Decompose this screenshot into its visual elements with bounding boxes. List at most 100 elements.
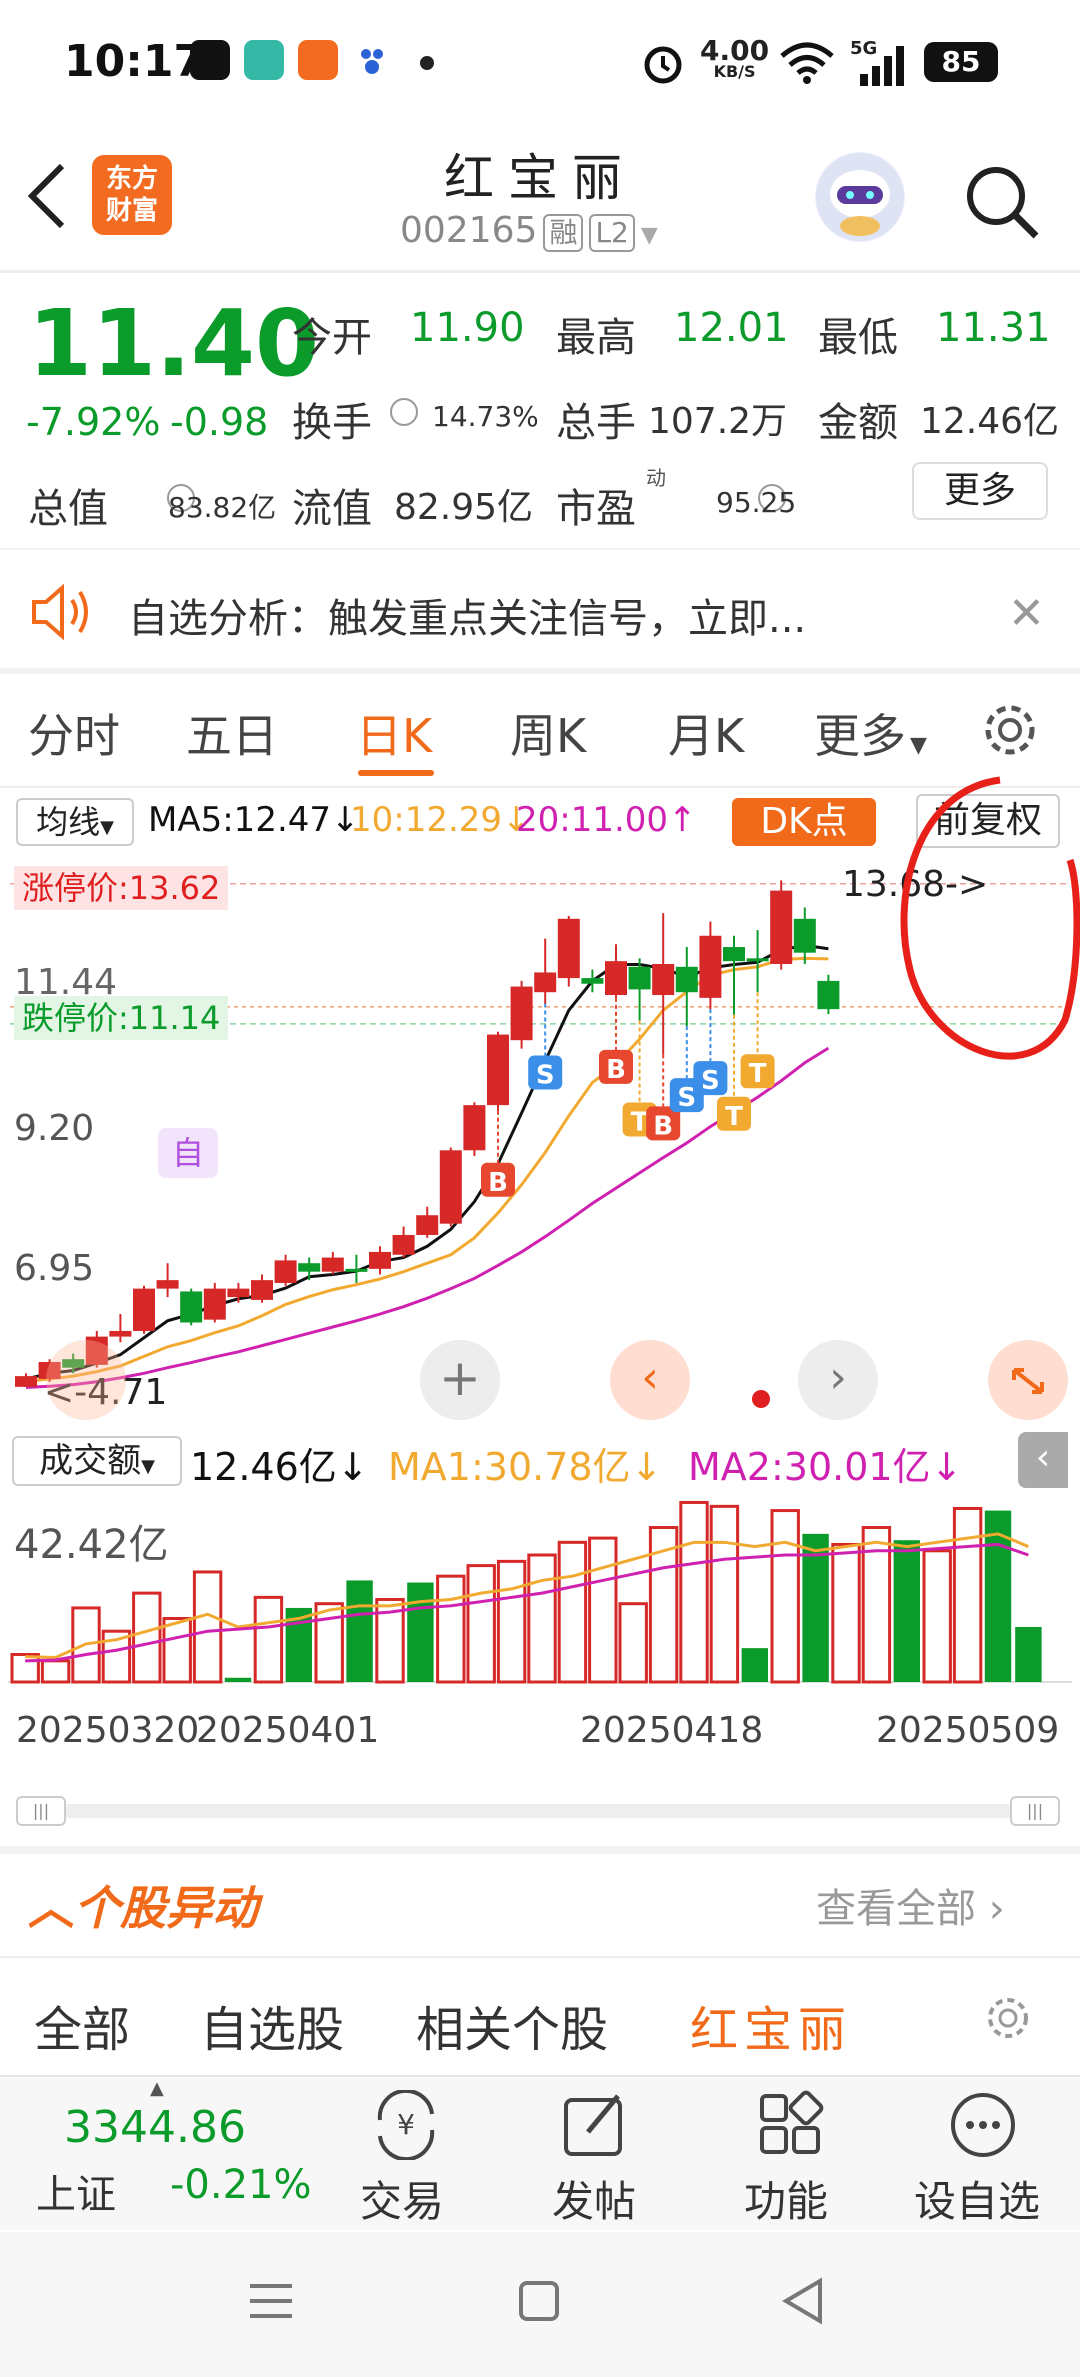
tab-more[interactable]: 更多 ▼ <box>814 700 927 766</box>
range-slider-right-handle[interactable]: ||| <box>1010 1796 1060 1826</box>
tab-five-day[interactable]: 五日 <box>186 700 278 766</box>
x-axis-label: 20250509 <box>876 1710 1060 1751</box>
volume-bar <box>132 1591 162 1684</box>
x-axis-label: 20250401 <box>196 1710 380 1751</box>
chevron-down-icon: ▼ <box>100 817 114 838</box>
more-dots-icon[interactable] <box>948 2090 1018 2160</box>
post-label[interactable]: 发帖 <box>552 2168 636 2229</box>
news-tab-related[interactable]: 相关个股 <box>416 1990 608 2060</box>
candle-body <box>274 1260 297 1283</box>
view-all-link[interactable]: 查看全部 › <box>816 1876 1005 1934</box>
active-tab-indicator <box>358 770 434 776</box>
volume-bar <box>588 1536 618 1684</box>
add-watch-label[interactable]: 设自选 <box>914 2168 1040 2229</box>
candle-body <box>156 1280 179 1289</box>
tab-daily-k[interactable]: 日K <box>356 700 432 766</box>
chevron-right-icon[interactable]: › <box>798 1340 878 1420</box>
volume-bar <box>253 1595 284 1684</box>
candle-body <box>369 1251 391 1269</box>
stock-code: 002165 <box>400 210 538 251</box>
chevron-down-icon: ▼ <box>141 1456 155 1477</box>
float-cap-label: 流值 <box>292 486 372 532</box>
current-price: 11.40 <box>28 290 320 397</box>
x-axis-label: 20250320 <box>16 1710 200 1751</box>
volume-bar <box>466 1564 496 1684</box>
turnover-value: 14.73% <box>432 400 539 433</box>
battery-icon: 85 <box>924 42 998 82</box>
home-icon[interactable] <box>516 2278 562 2324</box>
vol-ma1: MA1:30.78亿↓ <box>388 1445 663 1489</box>
ma20-value: 20:11.00↑ <box>516 800 697 840</box>
chevron-down-icon: ▼ <box>640 223 658 248</box>
function-grid-icon[interactable] <box>756 2090 826 2160</box>
amount-value: 12.46亿 <box>920 401 1060 442</box>
candle-body <box>133 1288 155 1331</box>
volume-bar <box>557 1540 588 1684</box>
search-icon[interactable] <box>960 160 1044 244</box>
candle-body <box>321 1257 344 1272</box>
volume-bar <box>770 1509 800 1684</box>
ma-select[interactable]: 均线▼ <box>16 798 134 846</box>
fullscreen-icon[interactable] <box>988 1340 1068 1420</box>
news-tab-all[interactable]: 全部 <box>34 1990 130 2060</box>
signal-marker-label: T <box>749 1059 767 1089</box>
eye-icon[interactable] <box>390 398 418 426</box>
volume-bar <box>407 1582 434 1682</box>
tab-weekly-k[interactable]: 周K <box>510 700 586 766</box>
candle-body <box>605 961 627 996</box>
candle-body <box>581 978 604 984</box>
volume-bar <box>618 1602 648 1684</box>
menu-icon[interactable] <box>246 2276 296 2326</box>
dk-button[interactable]: DK点 <box>732 798 876 846</box>
chevron-left-icon[interactable]: ‹ <box>1018 1432 1068 1488</box>
chevron-left-icon[interactable]: ‹ <box>610 1340 690 1420</box>
index-value[interactable]: 3344.86 <box>64 2102 246 2153</box>
zoom-in-button[interactable]: + <box>420 1340 500 1420</box>
gear-icon[interactable] <box>982 1992 1034 2044</box>
volume-bar <box>709 1504 740 1684</box>
dot-icon <box>420 56 434 70</box>
scroll-left-fast-button[interactable] <box>46 1340 126 1420</box>
candle-body <box>180 1291 203 1323</box>
tab-intraday[interactable]: 分时 <box>28 700 120 766</box>
close-icon[interactable]: ✕ <box>1008 588 1045 639</box>
candle-body <box>15 1376 37 1387</box>
self-select-marker[interactable]: 自 <box>158 1128 218 1178</box>
signal-marker-label: T <box>631 1107 649 1137</box>
amount-label: 金额 <box>818 400 898 446</box>
signal-marker-label: S <box>701 1066 720 1096</box>
net-speed: 4.00 KB/S <box>700 34 770 81</box>
range-slider-left-handle[interactable]: ||| <box>16 1796 66 1826</box>
tab-monthly-k[interactable]: 月K <box>668 700 744 766</box>
range-slider-track[interactable] <box>20 1804 1060 1818</box>
stock-code-row[interactable]: 002165 融 L2 ▼ <box>400 210 658 252</box>
ai-assistant-avatar[interactable] <box>815 152 905 242</box>
open-label: 今开 <box>292 315 372 361</box>
y-axis-label: 9.20 <box>14 1108 95 1149</box>
gear-icon[interactable] <box>980 700 1040 760</box>
news-tab-stock[interactable]: 红宝丽 <box>690 1990 852 2060</box>
news-tab-watchlist[interactable]: 自选股 <box>200 1990 344 2060</box>
candle-body <box>652 963 675 996</box>
candle-body <box>534 972 557 993</box>
volume-bar <box>436 1574 466 1684</box>
trade-icon[interactable]: ¥ <box>366 2090 446 2160</box>
back-nav-icon[interactable] <box>780 2276 826 2326</box>
section-title: ︿个股异动 <box>28 1881 258 1935</box>
function-label[interactable]: 功能 <box>744 2168 828 2229</box>
post-icon[interactable] <box>560 2090 630 2160</box>
trade-label[interactable]: 交易 <box>360 2168 444 2229</box>
signal-icon <box>860 46 904 86</box>
level2-tag: L2 <box>589 214 635 252</box>
volume-indicator-select[interactable]: 成交额▼ <box>12 1436 182 1486</box>
status-time: 10:17 <box>64 36 205 87</box>
more-button[interactable]: 更多 <box>912 462 1048 520</box>
volume-value: 107.2万 <box>648 401 788 442</box>
divider <box>0 668 1080 674</box>
candle-body <box>392 1234 415 1255</box>
candle-body <box>463 1105 486 1151</box>
volume-bar <box>314 1602 344 1684</box>
signal-marker-label: B <box>606 1055 626 1085</box>
change-percent: -7.92% <box>26 400 161 444</box>
float-cap-value: 82.95亿 <box>394 487 534 528</box>
